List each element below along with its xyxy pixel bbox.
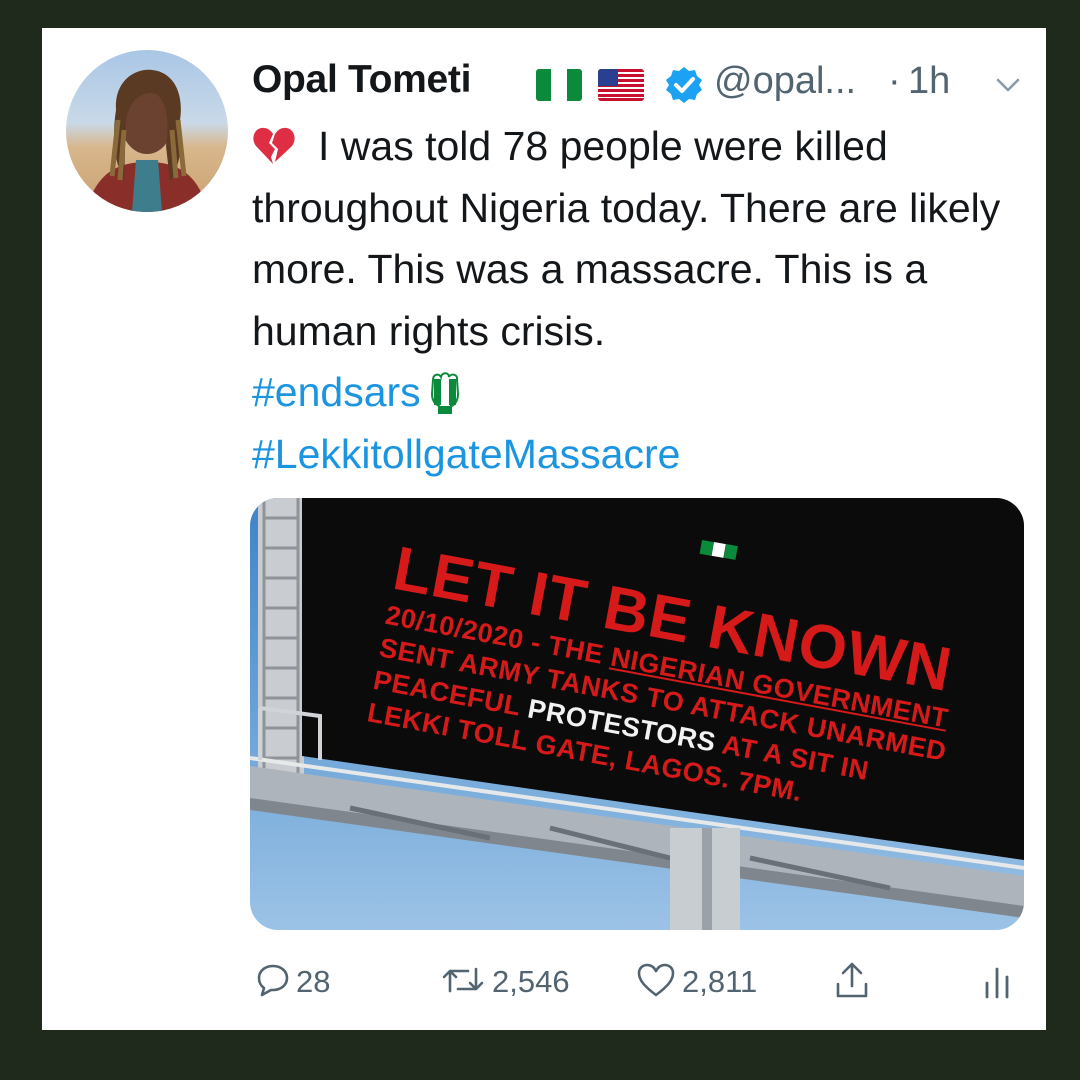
tweet-header: Opal Tometi @opal... · 1h (252, 54, 1032, 114)
timestamp[interactable]: 1h (908, 60, 950, 103)
reply-icon (256, 963, 290, 1002)
hashtag-lekki[interactable]: #LekkitollgateMassacre (252, 431, 680, 477)
raised-fist-icon (427, 370, 463, 414)
reply-count: 28 (296, 964, 331, 999)
like-button[interactable]: 2,811 (636, 958, 757, 1006)
tweet-text: I was told 78 people were killed through… (252, 123, 1001, 354)
broken-heart-icon (252, 122, 296, 164)
analytics-button[interactable] (982, 958, 1012, 1006)
verified-badge-icon (665, 66, 703, 104)
like-icon (636, 962, 676, 1003)
retweet-icon (440, 963, 486, 1002)
retweet-button[interactable]: 2,546 (440, 958, 570, 1006)
avatar[interactable] (66, 50, 228, 212)
separator-dot: · (888, 60, 901, 102)
tweet-body: I was told 78 people were killed through… (252, 116, 1032, 485)
hashtag-endsars[interactable]: #endsars (252, 369, 421, 415)
tweet-media-image[interactable]: LET IT BE KNOWN 20/10/2020 - THE NIGERIA… (250, 498, 1024, 930)
like-count: 2,811 (682, 964, 758, 999)
analytics-icon (982, 961, 1012, 1004)
author-handle[interactable]: @opal... (714, 60, 856, 103)
author-name[interactable]: Opal Tometi (252, 58, 471, 102)
share-icon (834, 960, 870, 1005)
nigeria-flag-icon (536, 69, 582, 101)
usa-flag-icon (598, 69, 644, 101)
retweet-count: 2,546 (492, 964, 570, 999)
chevron-down-icon[interactable] (995, 74, 1021, 96)
reply-button[interactable]: 28 (256, 958, 330, 1006)
tweet-actions: 28 2,546 2,811 (252, 958, 1032, 1008)
share-button[interactable] (834, 958, 870, 1006)
tweet-card: Opal Tometi @opal... · 1h I was told 78 … (42, 28, 1046, 1030)
